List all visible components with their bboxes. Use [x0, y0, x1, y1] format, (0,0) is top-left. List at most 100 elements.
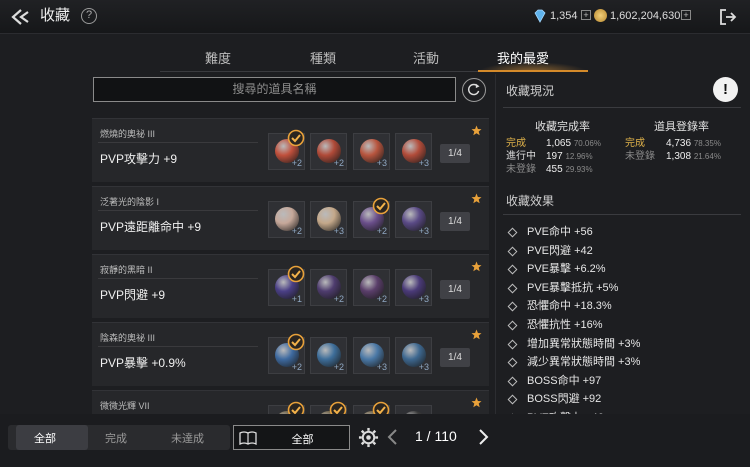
top-bar: 收藏 ? 1,354 + 1,602,204,630 +	[0, 0, 750, 34]
favorite-star-icon[interactable]	[471, 397, 482, 408]
collection-row[interactable]: 燃燒的奧祕 III PVP攻擊力 +9 +2 +2 +3 +3 1/4	[92, 118, 489, 182]
completion-progress-pct: 12.96%	[565, 152, 593, 161]
item-slot[interactable]	[310, 401, 347, 414]
item-slot[interactable]: +2	[268, 129, 305, 170]
filter-all[interactable]: 全部	[34, 430, 56, 446]
item-slot[interactable]: +2	[268, 333, 305, 374]
gear-icon[interactable]	[358, 427, 379, 448]
registration-done-label: 完成	[625, 138, 645, 149]
tab-event[interactable]: 活動	[396, 48, 456, 67]
progress-count: 1/4	[440, 280, 470, 299]
registered-check-icon	[287, 265, 305, 283]
collection-row[interactable]: 泛著光的陰影 I PVP遠距離命中 +9 +2 +3 +2 +3 1/4	[92, 186, 489, 250]
gold-count: 1,602,204,630	[610, 10, 681, 22]
effect-text: 恐懼抗性 +16%	[527, 318, 603, 331]
collection-row[interactable]: 寂靜的黑暗 II PVP閃避 +9 +1 +2 +2 +3 1/4	[92, 254, 489, 318]
diamond-bullet-icon	[507, 264, 518, 275]
item-slot[interactable]: +2	[310, 337, 347, 374]
item-slot[interactable]: +3	[353, 133, 390, 170]
collection-stat: PVP攻擊力 +9	[100, 152, 178, 166]
tab-difficulty[interactable]: 難度	[188, 48, 248, 67]
registration-heading: 道具登錄率	[654, 121, 709, 133]
completion-heading: 收藏完成率	[535, 121, 590, 133]
completion-values: 1,065 70.06% 197 12.96% 455 29.93%	[546, 137, 601, 176]
next-page-icon[interactable]	[476, 428, 490, 446]
filter-complete[interactable]: 完成	[105, 430, 127, 446]
item-slot[interactable]	[268, 401, 305, 414]
collection-row[interactable]: 微微光輝 VII	[92, 390, 489, 414]
effect-item: 恐懼命中 +18.3%	[507, 297, 747, 316]
progress-count: 1/4	[440, 144, 470, 163]
completion-done-pct: 70.06%	[573, 139, 601, 148]
collection-name: 陰森的奧祕 III	[100, 333, 156, 343]
row-separator	[98, 278, 258, 279]
completion-done-label: 完成	[506, 138, 526, 149]
add-diamond-button[interactable]: +	[581, 10, 591, 20]
add-gold-button[interactable]: +	[681, 10, 691, 20]
effect-text: PVE暴擊 +6.2%	[527, 263, 606, 276]
item-slot[interactable]: +3	[353, 337, 390, 374]
refresh-icon[interactable]	[462, 78, 486, 102]
help-icon[interactable]: ?	[81, 8, 97, 24]
item-slot[interactable]: +3	[395, 201, 432, 238]
item-slot[interactable]: +2	[268, 201, 305, 238]
collection-name: 微微光輝 VII	[100, 401, 150, 411]
info-alert-icon[interactable]: !	[713, 77, 738, 102]
filter-incomplete[interactable]: 未達成	[171, 430, 204, 446]
item-enhance-level: +3	[418, 362, 429, 372]
item-slot[interactable]: +3	[395, 337, 432, 374]
row-separator	[98, 142, 258, 143]
diamond-bullet-icon	[507, 376, 518, 387]
item-slot[interactable]	[353, 401, 390, 414]
category-select[interactable]: 全部	[233, 425, 350, 450]
item-slot[interactable]: +3	[395, 133, 432, 170]
prev-page-icon[interactable]	[386, 428, 400, 446]
favorite-star-icon[interactable]	[471, 261, 482, 272]
item-slot[interactable]: +2	[353, 197, 390, 238]
page-indicator: 1 / 110	[415, 428, 457, 444]
effect-text: 增加異常狀態時間 +3%	[527, 337, 641, 350]
registered-check-icon	[372, 197, 390, 215]
registered-check-icon	[372, 401, 390, 414]
category-select-value: 全部	[291, 434, 314, 446]
item-slot[interactable]: +3	[395, 269, 432, 306]
page-title: 收藏	[40, 7, 71, 24]
effect-text: PVE命中 +56	[527, 226, 593, 238]
registration-none-value: 1,308	[666, 151, 692, 162]
favorite-star-icon[interactable]	[471, 329, 482, 340]
item-slot[interactable]: +2	[310, 133, 347, 170]
exit-icon[interactable]	[718, 7, 738, 27]
diamond-bullet-icon	[507, 227, 518, 238]
item-slot[interactable]: +1	[268, 265, 305, 306]
item-enhance-level: +2	[291, 226, 302, 236]
favorite-star-icon[interactable]	[471, 193, 482, 204]
item-slot[interactable]: +2	[353, 269, 390, 306]
effect-item: 增加異常狀態時間 +3%	[507, 335, 747, 354]
effects-heading: 收藏效果	[506, 194, 555, 208]
effect-item: PVE命中 +56	[507, 223, 747, 242]
collection-list[interactable]: 燃燒的奧祕 III PVP攻擊力 +9 +2 +2 +3 +3 1/4 泛著光的陰影 I PVP…	[92, 118, 489, 414]
search-input[interactable]: 搜尋的道具名稱	[93, 77, 456, 102]
diamond-bullet-icon	[507, 301, 518, 312]
item-slot[interactable]: +3	[310, 201, 347, 238]
item-enhance-level: +3	[376, 362, 387, 372]
registration-values: 4,736 78.35% 1,308 21.64%	[666, 137, 721, 163]
effect-item: 恐懼抗性 +16%	[507, 316, 747, 335]
item-slot[interactable]: +2	[310, 269, 347, 306]
item-slot[interactable]	[395, 405, 432, 414]
favorite-star-icon[interactable]	[471, 125, 482, 136]
row-separator	[98, 346, 258, 347]
bottom-bar: 全部 完成 未達成 全部 1 / 110	[0, 414, 750, 467]
registration-done-value: 4,736	[666, 138, 692, 149]
effect-item: PVE暴擊 +6.2%	[507, 260, 747, 279]
diamond-bullet-icon	[507, 357, 518, 368]
tab-type[interactable]: 種類	[293, 48, 353, 67]
diamond-bullet-icon	[507, 339, 518, 350]
effect-text: PVE暴擊抵抗 +5%	[527, 281, 619, 294]
collection-row[interactable]: 陰森的奧祕 III PVP暴擊 +0.9% +2 +2 +3 +3 1/4	[92, 322, 489, 386]
registered-check-icon	[287, 333, 305, 351]
back-arrow-icon[interactable]	[9, 6, 31, 28]
effect-text: BOSS閃避 +92	[527, 393, 602, 406]
effect-text: BOSS命中 +97	[527, 374, 602, 387]
item-enhance-level: +2	[291, 362, 302, 372]
